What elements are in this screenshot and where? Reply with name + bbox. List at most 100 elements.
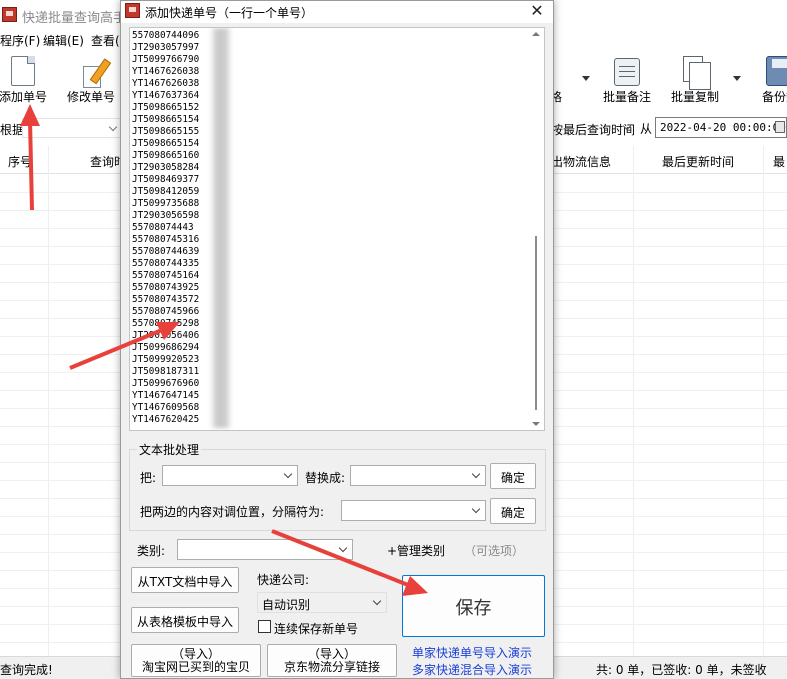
textarea-scrollbar[interactable] bbox=[528, 28, 544, 430]
app-logo-icon bbox=[125, 3, 140, 18]
tracking-number-line: 557080745966 bbox=[132, 306, 200, 317]
find-combo[interactable] bbox=[162, 465, 298, 486]
main-window-title: 快递批量查询高手 bbox=[22, 11, 127, 26]
import-jd-line2: 京东物流分享链接 bbox=[283, 660, 380, 674]
col-last[interactable]: 最 bbox=[773, 153, 785, 170]
menu-edit[interactable]: 编辑(E) bbox=[43, 32, 84, 49]
import-taobao-button[interactable]: （导入） 淘宝网已买到的宝贝 bbox=[131, 644, 261, 677]
tracking-number-line: JT5098665160 bbox=[132, 150, 200, 161]
swap-confirm-button[interactable]: 确定 bbox=[490, 498, 536, 524]
close-icon[interactable]: ✕ bbox=[521, 1, 553, 23]
single-import-demo-link[interactable]: 单家快递单号导入演示 bbox=[412, 644, 532, 661]
tracking-number-line: JT2903058284 bbox=[132, 162, 200, 173]
menu-view[interactable]: 查看( bbox=[91, 32, 120, 49]
status-counts: 共: 0 单，已签收: 0 单，未签收 bbox=[596, 663, 767, 677]
add-tracking-button[interactable]: 添加单号 bbox=[0, 54, 58, 106]
tracking-number-line: JT5099686294 bbox=[132, 342, 200, 353]
app-logo-icon bbox=[2, 7, 17, 22]
tracking-number-line: YT1467626038 bbox=[132, 78, 200, 89]
tracking-numbers-textarea[interactable]: 557080744096 JT2903057997 JT5099766790 YT14… bbox=[129, 27, 545, 431]
scroll-up-icon[interactable] bbox=[532, 32, 540, 36]
import-template-button[interactable]: 从表格模板中导入 bbox=[131, 607, 239, 633]
continuous-save-checkbox[interactable] bbox=[258, 620, 271, 633]
dialog-titlebar: 添加快递单号（一行一个单号） ✕ bbox=[121, 1, 553, 23]
from-label: 从 bbox=[640, 122, 653, 136]
sort-select[interactable]: 按最后查询时间 bbox=[551, 121, 635, 138]
tracking-number-line: JT5099735688 bbox=[132, 198, 200, 209]
tracking-number-line: JT2903057997 bbox=[132, 42, 200, 53]
tracking-number-line: 557080745164 bbox=[132, 270, 200, 281]
filter-by-select[interactable] bbox=[22, 118, 122, 138]
edit-tracking-label: 修改单号 bbox=[66, 90, 115, 104]
edit-tracking-button[interactable]: 修改单号 bbox=[56, 54, 126, 106]
tracking-number-line: JT5098665154 bbox=[132, 138, 200, 149]
courier-value: 自动识别 bbox=[262, 598, 311, 612]
tracking-number-line: 557080744096 bbox=[132, 30, 200, 41]
grid-line bbox=[633, 146, 634, 656]
tracking-number-line: 557080743925 bbox=[132, 282, 200, 293]
save-button[interactable]: 保存 bbox=[402, 575, 545, 637]
document-icon bbox=[11, 56, 35, 86]
pencil-icon bbox=[83, 56, 112, 88]
courier-label: 快递公司: bbox=[257, 573, 310, 587]
tracking-number-line: JT5098469377 bbox=[132, 174, 200, 185]
tracking-number-line: JT5099920523 bbox=[132, 354, 200, 365]
scroll-down-icon[interactable] bbox=[532, 422, 540, 426]
add-tracking-dialog: 添加快递单号（一行一个单号） ✕ 557080744096 JT290305799… bbox=[120, 0, 554, 679]
tracking-number-line: 557080745298 bbox=[132, 318, 200, 329]
mixed-import-demo-link[interactable]: 多家快递混合导入演示 bbox=[412, 661, 532, 678]
backup-button[interactable]: 备份数 bbox=[745, 54, 787, 106]
tracking-number-line: YT1467626038 bbox=[132, 66, 200, 77]
optional-hint: （可选项） bbox=[464, 544, 525, 558]
tracking-number-line: JT5098665154 bbox=[132, 114, 200, 125]
table-dropdown-icon[interactable] bbox=[582, 76, 590, 81]
tracking-number-line: YT1467609568 bbox=[132, 402, 200, 413]
tracking-number-line: JT5098412059 bbox=[132, 186, 200, 197]
copy-dropdown-icon[interactable] bbox=[733, 76, 741, 81]
col-index[interactable]: 序号 bbox=[8, 153, 32, 170]
calendar-icon[interactable] bbox=[775, 121, 785, 133]
tracking-number-line: 557080745316 bbox=[132, 234, 200, 245]
tracking-number-line: 557080743572 bbox=[132, 294, 200, 305]
batch-copy-button[interactable]: 批量复制 bbox=[660, 54, 730, 106]
tracking-number-line: 55708074443 bbox=[132, 222, 194, 233]
text-batch-legend: 文本批处理 bbox=[137, 441, 202, 458]
from-date-input[interactable]: 2022-04-20 00:00:00 bbox=[655, 117, 787, 138]
menu-program[interactable]: 程序(F) bbox=[0, 32, 40, 49]
tracking-number-line: YT1467637364 bbox=[132, 90, 200, 101]
category-label: 类别: bbox=[137, 544, 166, 558]
find-label: 把: bbox=[140, 471, 157, 485]
tracking-number-line: JT2903056406 bbox=[132, 330, 200, 341]
scroll-icon bbox=[614, 58, 640, 86]
import-txt-button[interactable]: 从TXT文档中导入 bbox=[131, 567, 239, 593]
tracking-number-line: 557080744335 bbox=[132, 258, 200, 269]
courier-select[interactable]: 自动识别 bbox=[257, 592, 387, 613]
replace-combo[interactable] bbox=[350, 465, 486, 486]
privacy-blur bbox=[210, 28, 232, 428]
add-tracking-label: 添加单号 bbox=[0, 90, 47, 104]
category-combo[interactable] bbox=[177, 539, 353, 560]
grid-line bbox=[763, 146, 764, 656]
from-date-value: 2022-04-20 00:00:00 bbox=[660, 121, 786, 134]
status-message: 查询完成! bbox=[0, 663, 53, 677]
separator-combo[interactable] bbox=[341, 500, 486, 521]
import-taobao-line2: 淘宝网已买到的宝贝 bbox=[141, 660, 250, 674]
swap-label: 把两边的内容对调位置，分隔符为: bbox=[140, 505, 325, 519]
batch-copy-label: 批量复制 bbox=[670, 90, 719, 104]
tracking-number-line: YT1467620425 bbox=[132, 414, 200, 425]
scrollbar-thumb[interactable] bbox=[535, 236, 537, 410]
batch-note-label: 批量备注 bbox=[602, 90, 651, 104]
manage-category-link[interactable]: +管理类别 bbox=[387, 542, 445, 559]
tracking-number-line: YT1467647145 bbox=[132, 390, 200, 401]
replace-confirm-button[interactable]: 确定 bbox=[490, 463, 536, 489]
disk-icon bbox=[766, 56, 787, 86]
import-jd-button[interactable]: （导入） 京东物流分享链接 bbox=[267, 644, 397, 677]
tracking-number-line: JT5099766790 bbox=[132, 54, 200, 65]
tracking-number-line: JT5098187311 bbox=[132, 366, 200, 377]
col-logistics[interactable]: 出物流信息 bbox=[551, 153, 611, 170]
tracking-number-line: JT5099676960 bbox=[132, 378, 200, 389]
dialog-title: 添加快递单号（一行一个单号） bbox=[145, 6, 314, 20]
col-last-update[interactable]: 最后更新时间 bbox=[662, 153, 734, 170]
batch-note-button[interactable]: 批量备注 bbox=[592, 54, 662, 106]
tracking-number-line: 557080744639 bbox=[132, 246, 200, 257]
